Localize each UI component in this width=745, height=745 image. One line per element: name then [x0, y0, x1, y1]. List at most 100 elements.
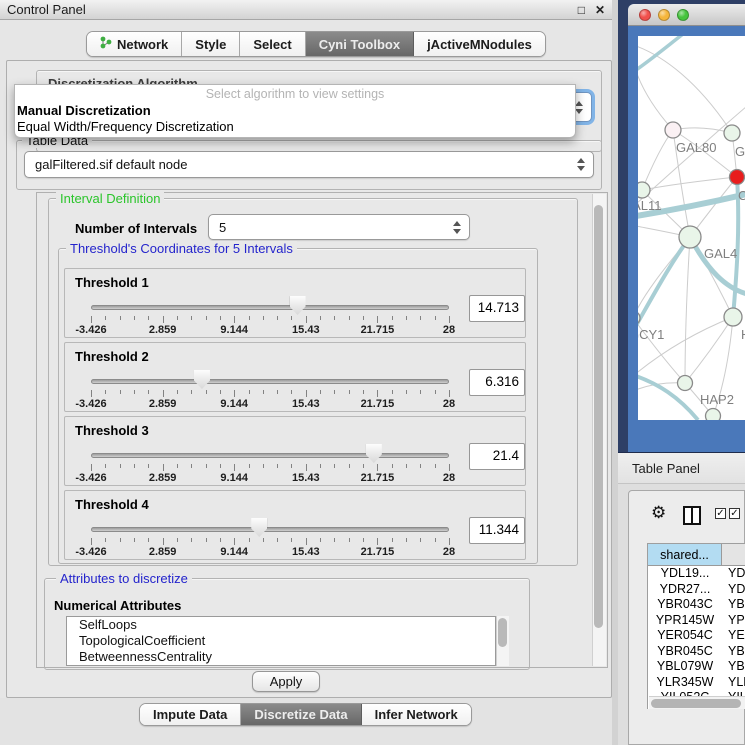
tab-discretize-data[interactable]: Discretize Data	[241, 704, 361, 725]
threshold-value-input[interactable]: 14.713	[469, 295, 525, 322]
algorithm-placeholder-item[interactable]: Select algorithm to view settings	[15, 87, 575, 103]
numerical-attributes-list[interactable]: SelfLoopsTopologicalCoefficientBetweenne…	[66, 616, 496, 666]
list-item[interactable]: BetweennessCentrality	[67, 649, 495, 665]
tab-label: Impute Data	[153, 707, 227, 722]
slider-thumb[interactable]	[194, 370, 210, 389]
tick-mark	[420, 538, 421, 542]
slider-track[interactable]	[91, 305, 449, 310]
tick-mark	[392, 390, 393, 394]
tick-mark	[363, 464, 364, 468]
table-data-combobox[interactable]: galFiltered.sif default node	[24, 151, 594, 178]
network-edge[interactable]	[673, 128, 732, 133]
tick-mark	[163, 316, 164, 323]
close-window-icon[interactable]: ✕	[595, 0, 605, 20]
checkbox-icon[interactable]: ✓	[729, 508, 740, 519]
vertical-scrollbar-thumb[interactable]	[594, 205, 603, 628]
tab-network[interactable]: Network	[87, 32, 182, 56]
table-panel-titlebar[interactable]: Table Panel	[618, 452, 745, 484]
cell-shared-name: YLR345W	[648, 675, 722, 689]
list-item[interactable]: TopologicalCoefficient	[67, 633, 495, 649]
network-node-h[interactable]	[724, 308, 742, 326]
tab-style[interactable]: Style	[182, 32, 240, 56]
tick-mark	[377, 464, 378, 471]
tick-label: 21.715	[361, 398, 395, 410]
threshold-value-input[interactable]: 21.4	[469, 443, 525, 470]
network-edge[interactable]	[638, 71, 673, 130]
threshold-value-input[interactable]: 11.344	[469, 517, 525, 544]
network-view-window[interactable]: GAL80GALCGAL11GAL4GCY1HHAP2	[628, 4, 745, 452]
network-node[interactable]	[730, 170, 745, 185]
network-edge[interactable]	[685, 237, 690, 383]
close-light[interactable]	[639, 9, 651, 21]
tab-cyni-toolbox[interactable]: Cyni Toolbox	[306, 32, 414, 56]
network-node-gal11[interactable]	[638, 182, 650, 198]
network-edge[interactable]	[638, 106, 745, 204]
gear-icon[interactable]: ⚙	[651, 503, 666, 523]
table-row[interactable]: YDL19...YDL1	[648, 566, 745, 582]
number-of-intervals-combobox[interactable]: 5	[208, 214, 470, 240]
cell-name: YDR2	[728, 582, 745, 596]
tick-mark	[220, 464, 221, 468]
cell-name: YBL0	[728, 659, 745, 673]
network-window-titlebar[interactable]	[628, 4, 745, 26]
tick-label: 28	[443, 398, 455, 410]
split-view-icon[interactable]	[683, 506, 701, 525]
tick-label: -3.426	[75, 324, 106, 336]
tick-label: 15.43	[292, 398, 320, 410]
minimize-light[interactable]	[658, 9, 670, 21]
network-node-gal80[interactable]	[665, 122, 681, 138]
network-node[interactable]	[706, 409, 721, 421]
column-header-name[interactable]: na	[722, 544, 745, 566]
network-node[interactable]	[724, 125, 740, 141]
tick-mark	[406, 538, 407, 542]
network-edge[interactable]	[642, 130, 673, 190]
slider-thumb[interactable]	[251, 518, 267, 537]
table-row[interactable]: YBR045CYBR0	[648, 644, 745, 660]
tab-infer-network[interactable]: Infer Network	[362, 704, 471, 725]
zoom-light[interactable]	[677, 9, 689, 21]
attributes-list-scrollbar-thumb[interactable]	[498, 618, 507, 647]
table-row[interactable]: YLR345WYLR3	[648, 675, 745, 691]
tab-impute-data[interactable]: Impute Data	[140, 704, 241, 725]
apply-button[interactable]: Apply	[252, 671, 320, 692]
network-edge-highlighted[interactable]	[638, 237, 690, 331]
slider-thumb[interactable]	[290, 296, 306, 315]
tick-mark	[105, 464, 106, 468]
table-row[interactable]: YDR27...YDR2	[648, 582, 745, 598]
tick-mark	[392, 464, 393, 468]
network-edge[interactable]	[685, 317, 733, 383]
interval-definition-title: Interval Definition	[56, 191, 164, 206]
tick-mark	[306, 538, 307, 545]
tick-mark	[349, 316, 350, 320]
list-item[interactable]: SelfLoops	[67, 617, 495, 633]
table-row[interactable]: YER054CYER0	[648, 628, 745, 644]
slider-track[interactable]	[91, 453, 449, 458]
algorithm-option-manual[interactable]: Manual Discretization	[15, 103, 575, 119]
node-table[interactable]: shared... na YDL19...YDL1YDR27...YDR2YBR…	[647, 543, 745, 709]
cell-name: YBR0	[728, 597, 745, 611]
column-header-shared-name[interactable]: shared...	[648, 544, 722, 566]
table-horizontal-scrollbar-thumb[interactable]	[651, 699, 741, 708]
network-node-hap2[interactable]	[678, 376, 693, 391]
network-canvas[interactable]: GAL80GALCGAL11GAL4GCY1HHAP2	[638, 36, 745, 420]
checkbox-icon[interactable]: ✓	[715, 508, 726, 519]
table-row[interactable]: YPR145WYPR1	[648, 613, 745, 629]
network-edge-highlighted[interactable]	[638, 36, 683, 70]
slider-thumb[interactable]	[366, 444, 382, 463]
float-window-icon[interactable]: □	[578, 0, 585, 20]
table-row[interactable]: YBR043CYBR0	[648, 597, 745, 613]
table-row[interactable]: YBL079WYBL0	[648, 659, 745, 675]
threshold-value-input[interactable]: 6.316	[469, 369, 525, 396]
slider-track[interactable]	[91, 527, 449, 532]
tab-select[interactable]: Select	[240, 32, 305, 56]
tick-mark	[134, 464, 135, 468]
network-edge[interactable]	[642, 177, 737, 190]
table-horizontal-scrollbar[interactable]	[649, 696, 745, 709]
network-node-gal4[interactable]	[679, 226, 701, 248]
tab-jactivemnodules[interactable]: jActiveMNodules	[414, 32, 545, 56]
node-label: HAP2	[700, 392, 734, 407]
thresholds-group-title: Threshold's Coordinates for 5 Intervals	[66, 241, 297, 256]
slider-track[interactable]	[91, 379, 449, 384]
control-panel-titlebar[interactable]: Control Panel □ ✕	[0, 0, 612, 20]
algorithm-option-equal-width[interactable]: Equal Width/Frequency Discretization	[15, 119, 575, 135]
